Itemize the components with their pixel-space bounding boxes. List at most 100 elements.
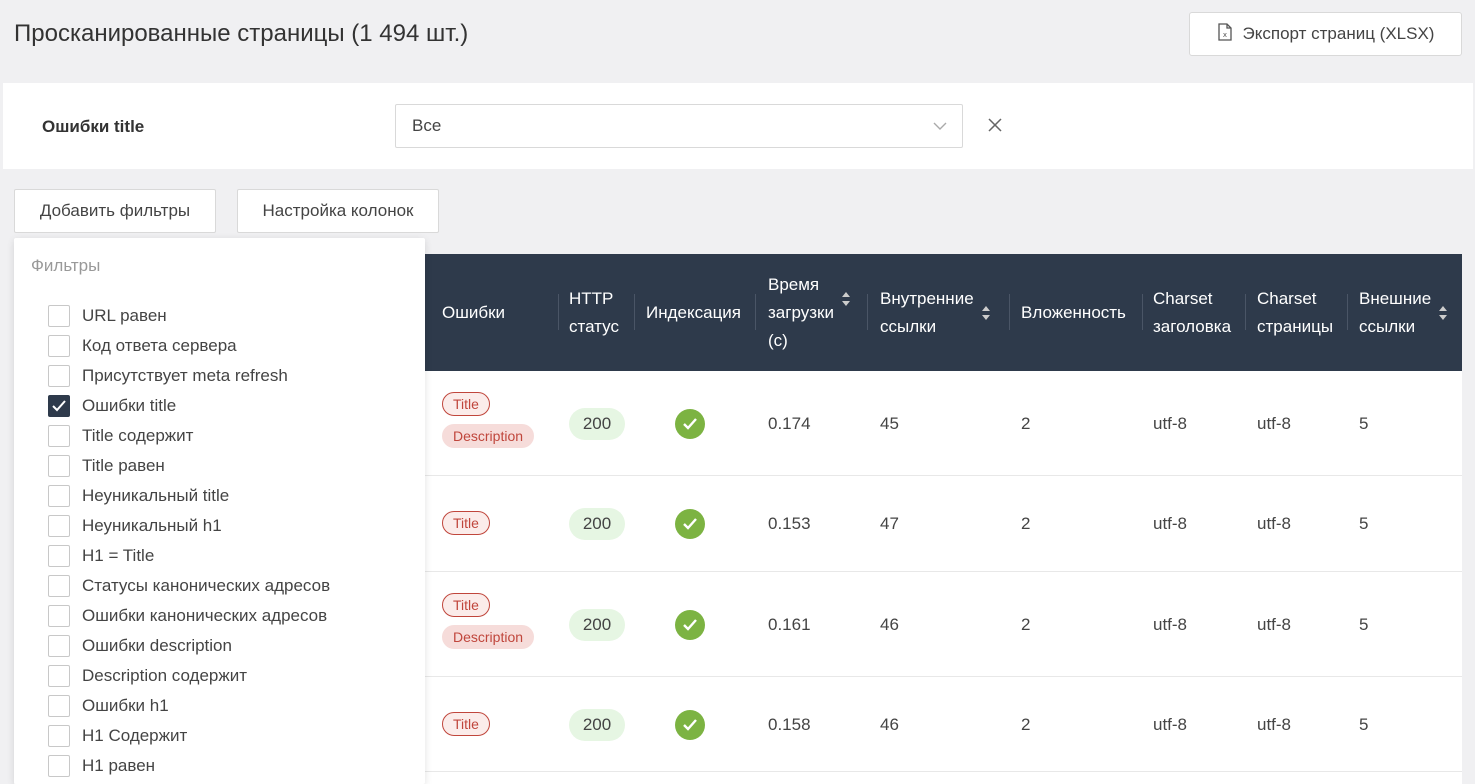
- internal-links-cell: 46: [880, 614, 899, 634]
- column-header-charset-header: Charset заголовка: [1153, 288, 1232, 336]
- filter-option-label: Неуникальный title: [82, 486, 230, 505]
- charset-page-cell: utf-8: [1257, 614, 1292, 634]
- column-header-indexing: Индексация: [646, 302, 742, 322]
- select-value: Все: [412, 116, 442, 135]
- filter-option[interactable]: H1 Содержит: [48, 724, 187, 748]
- filter-option[interactable]: Неуникальный h1: [48, 514, 222, 538]
- filter-option[interactable]: H1 равен: [48, 754, 155, 778]
- filter-checkbox[interactable]: [48, 635, 70, 657]
- export-button-label: Экспорт страниц (XLSX): [1242, 24, 1435, 43]
- filter-checkbox[interactable]: [48, 545, 70, 567]
- filter-option[interactable]: Title содержит: [48, 424, 193, 448]
- column-settings-button[interactable]: Настройка колонок: [237, 189, 439, 233]
- filter-checkbox[interactable]: [48, 605, 70, 627]
- filter-option-label: URL равен: [82, 306, 167, 325]
- filter-checkbox[interactable]: [48, 665, 70, 687]
- excel-file-icon: x: [1217, 22, 1233, 46]
- filter-checkbox[interactable]: [48, 755, 70, 777]
- depth-cell: 2: [1021, 413, 1031, 433]
- filter-option-label: Ошибки канонических адресов: [82, 606, 328, 625]
- filter-option-label: Title равен: [82, 456, 165, 475]
- checkmark-icon: [52, 400, 66, 412]
- indexed-check-icon: [675, 709, 705, 740]
- filter-option[interactable]: Неуникальный title: [48, 484, 229, 508]
- load-time-cell: 0.161: [768, 614, 811, 634]
- internal-links-cell: 46: [880, 714, 899, 734]
- filter-option-label: Ошибки description: [82, 636, 232, 655]
- filter-option-label: Статусы канонических адресов: [82, 576, 331, 595]
- status-badge: 200: [569, 508, 625, 540]
- errors-cell: Title: [442, 511, 490, 543]
- depth-cell: 2: [1021, 714, 1031, 734]
- filter-option-label: Ошибки title: [82, 396, 177, 415]
- active-filter-bar: Ошибки title Все: [3, 83, 1473, 169]
- error-tag: Title: [442, 511, 490, 535]
- charset-page-cell: utf-8: [1257, 714, 1292, 734]
- indexed-check-icon: [675, 408, 705, 439]
- errors-cell: Title Description: [442, 592, 535, 657]
- filter-checkbox[interactable]: [48, 305, 70, 327]
- column-header-http-status: HTTP статус: [569, 288, 619, 336]
- filter-checkbox[interactable]: [48, 365, 70, 387]
- dropdown-title: Фильтры: [31, 256, 101, 275]
- filter-option-label: H1 = Title: [82, 546, 155, 565]
- chevron-down-icon: [933, 122, 947, 130]
- filter-option-label: Присутствует meta refresh: [82, 366, 288, 385]
- filter-checkbox[interactable]: [48, 395, 70, 417]
- filter-checkbox[interactable]: [48, 695, 70, 717]
- filters-dropdown: Фильтры URL равен Код ответа сервера Прису…: [14, 238, 425, 784]
- filter-option-label: H1 Содержит: [82, 726, 188, 745]
- external-links-cell: 5: [1359, 413, 1369, 433]
- filter-checkbox[interactable]: [48, 725, 70, 747]
- external-links-cell: 5: [1359, 714, 1369, 734]
- filter-checkbox[interactable]: [48, 485, 70, 507]
- filter-option-label: H1 равен: [82, 756, 156, 775]
- errors-cell: Title Description: [442, 391, 535, 456]
- filter-option[interactable]: Ошибки description: [48, 634, 232, 658]
- charset-header-cell: utf-8: [1153, 714, 1188, 734]
- depth-cell: 2: [1021, 514, 1031, 533]
- charset-header-cell: utf-8: [1153, 413, 1188, 433]
- filter-option[interactable]: Title равен: [48, 454, 165, 478]
- filter-option[interactable]: URL равен: [48, 304, 167, 328]
- title-errors-select[interactable]: Все: [395, 104, 963, 148]
- filter-checkbox[interactable]: [48, 575, 70, 597]
- column-header-errors: Ошибки: [442, 302, 506, 322]
- filter-option-label: Код ответа сервера: [82, 336, 237, 355]
- sort-icon[interactable]: [980, 304, 992, 322]
- status-badge: 200: [569, 407, 625, 440]
- filter-option[interactable]: H1 = Title: [48, 544, 154, 568]
- column-header-charset-page: Charset страницы: [1257, 288, 1334, 336]
- charset-header-cell: utf-8: [1153, 614, 1188, 634]
- export-xlsx-button[interactable]: x Экспорт страниц (XLSX): [1189, 12, 1462, 56]
- close-icon[interactable]: [985, 113, 1005, 137]
- svg-text:x: x: [1222, 31, 1226, 39]
- column-header-internal-links[interactable]: Внутренние ссылки: [880, 254, 992, 371]
- filter-checkbox[interactable]: [48, 455, 70, 477]
- filter-option[interactable]: Ошибки h1: [48, 694, 169, 718]
- filter-checkbox[interactable]: [48, 335, 70, 357]
- depth-cell: 2: [1021, 614, 1031, 634]
- errors-cell: Title: [442, 711, 490, 744]
- error-tag: Description: [442, 624, 535, 649]
- sort-icon[interactable]: [1437, 304, 1449, 322]
- filter-option[interactable]: Код ответа сервера: [48, 334, 237, 358]
- column-header-external-links[interactable]: Внешние ссылки: [1359, 254, 1449, 371]
- error-tag: Description: [442, 423, 535, 448]
- add-filters-button[interactable]: Добавить фильтры: [14, 189, 216, 233]
- column-header-load-time[interactable]: Время загрузки (с): [768, 254, 852, 371]
- filter-checkbox[interactable]: [48, 425, 70, 447]
- internal-links-cell: 47: [880, 514, 899, 533]
- filter-option-label: Ошибки h1: [82, 696, 169, 715]
- filter-option[interactable]: Статусы канонических адресов: [48, 574, 330, 598]
- charset-page-cell: utf-8: [1257, 413, 1292, 433]
- page-title: Просканированные страницы (1 494 шт.): [14, 20, 469, 47]
- filter-option[interactable]: Description содержит: [48, 664, 247, 688]
- filter-option[interactable]: Ошибки title: [48, 394, 176, 418]
- filter-option[interactable]: Присутствует meta refresh: [48, 364, 288, 388]
- filter-option[interactable]: Ошибки канонических адресов: [48, 604, 327, 628]
- indexed-check-icon: [675, 509, 705, 539]
- sort-icon[interactable]: [840, 290, 852, 308]
- filter-checkbox[interactable]: [48, 515, 70, 537]
- load-time-cell: 0.153: [768, 514, 811, 533]
